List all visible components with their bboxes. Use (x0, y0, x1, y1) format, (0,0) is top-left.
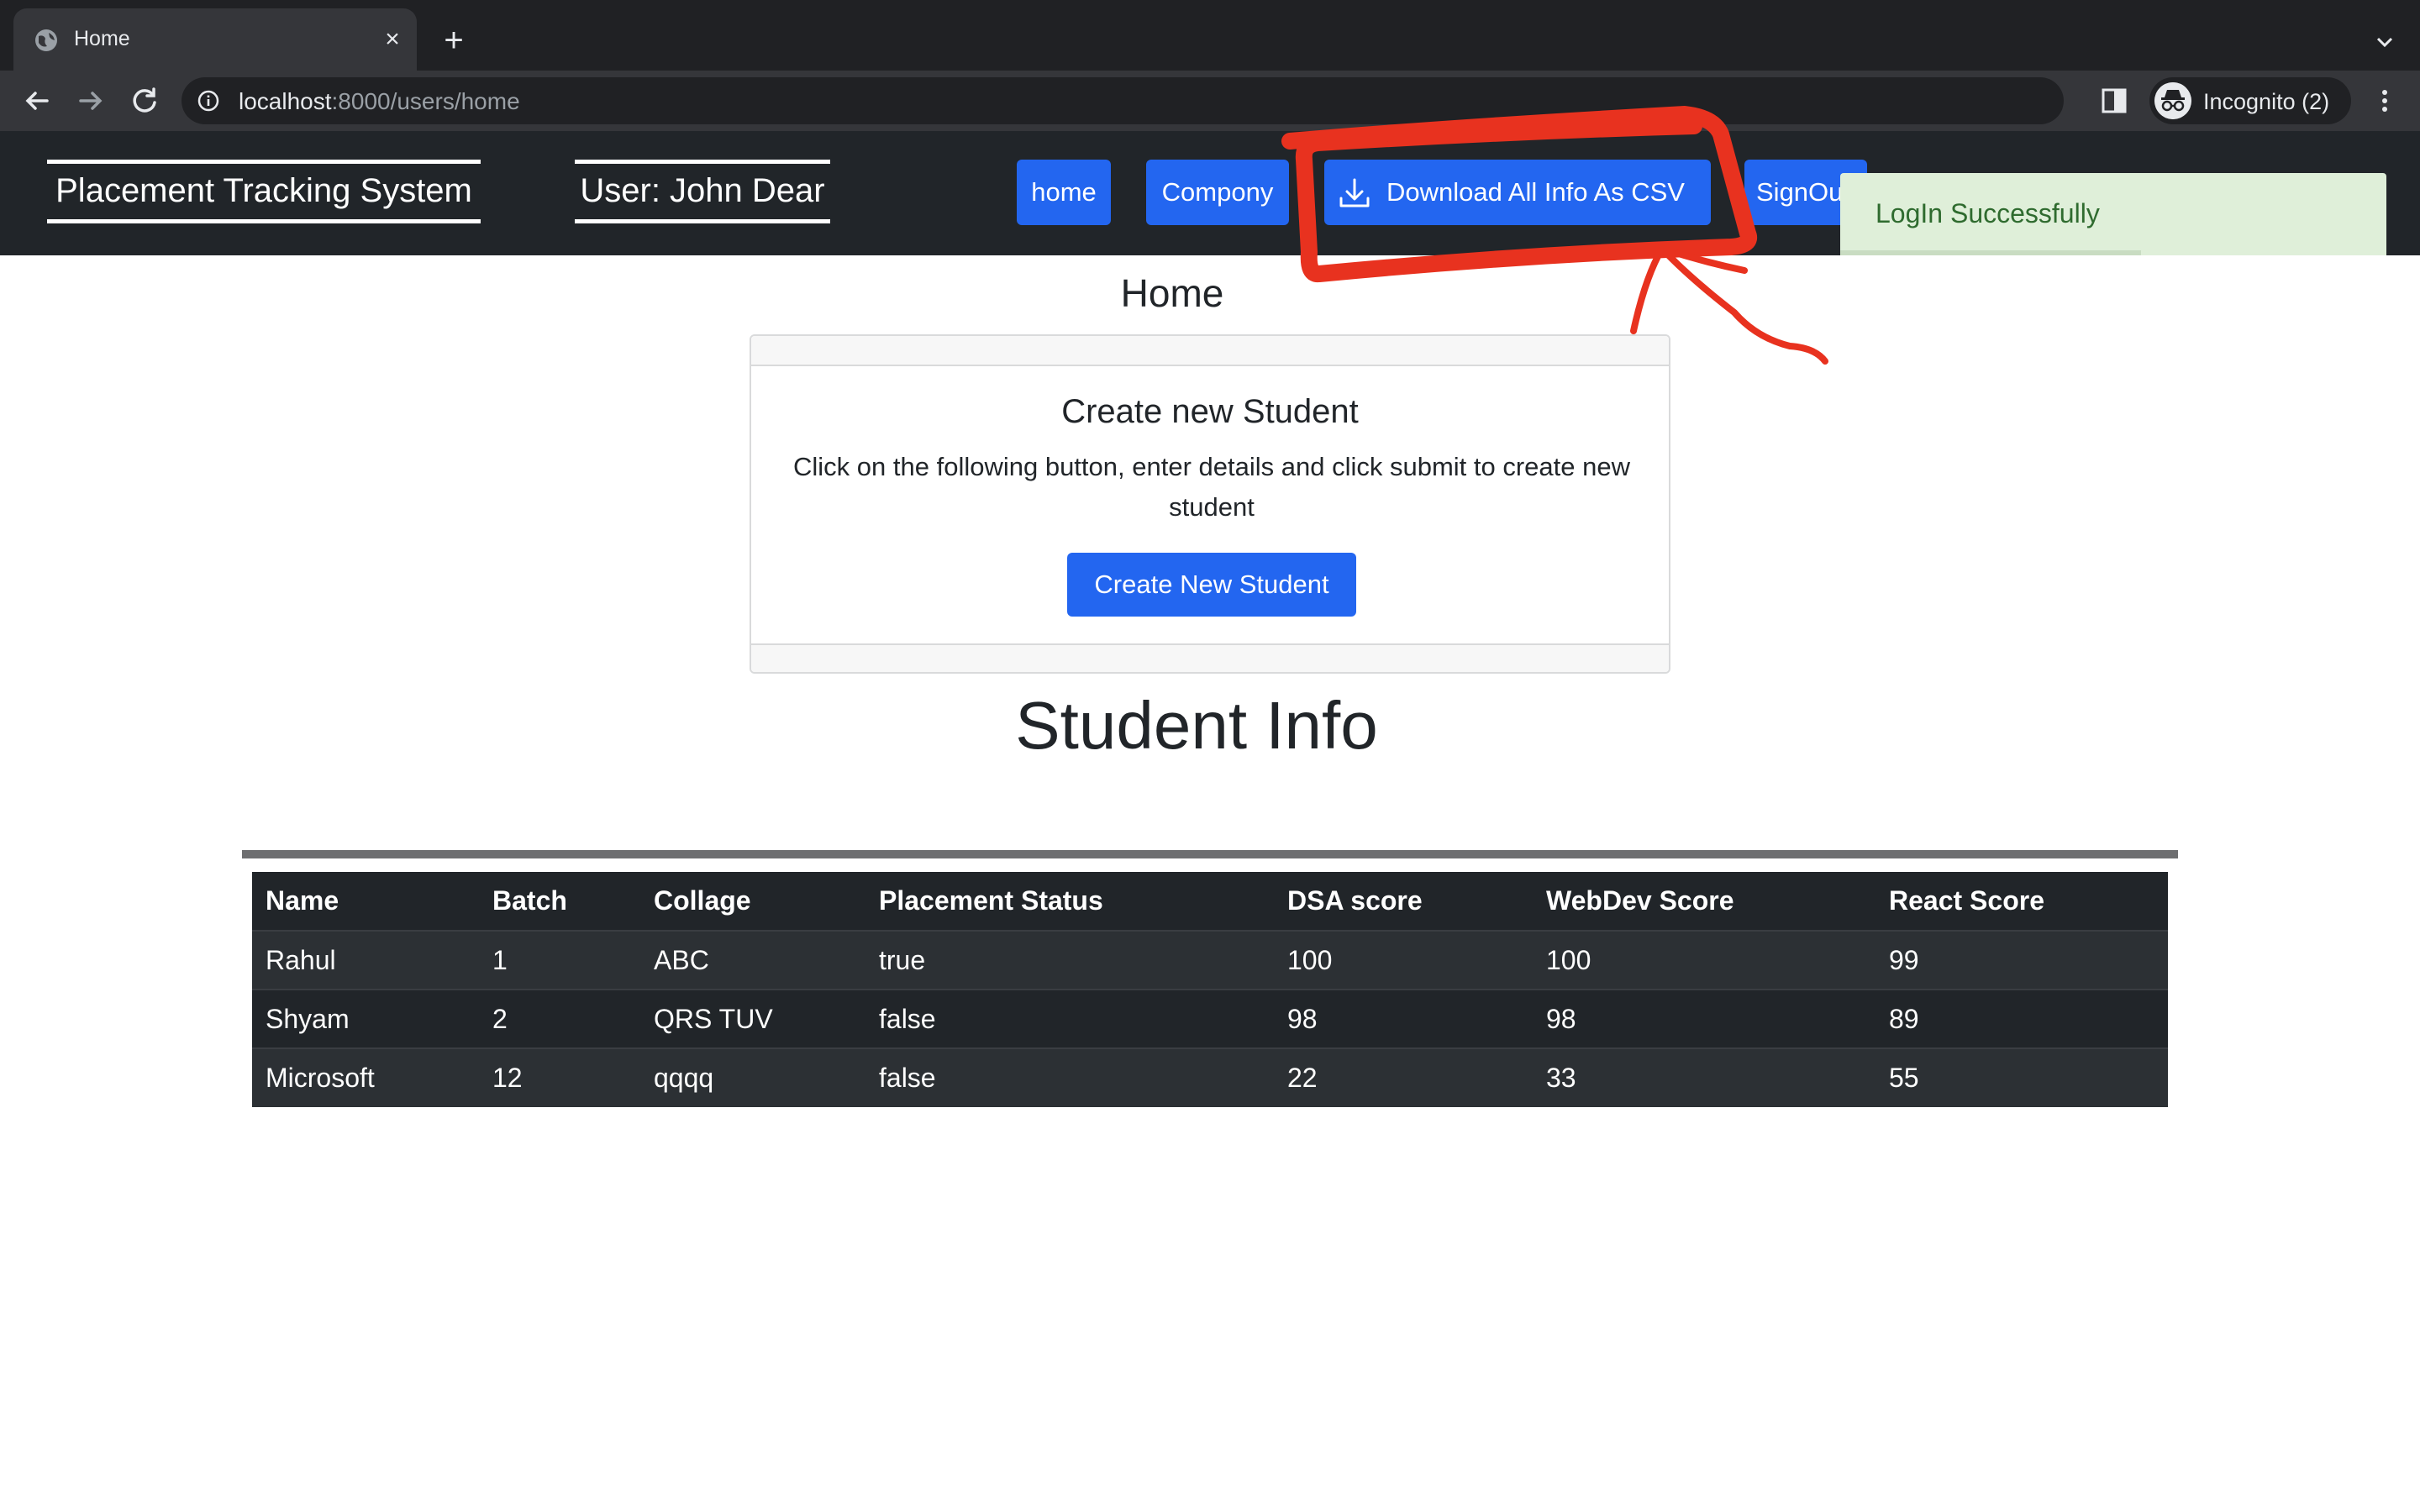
download-csv-button[interactable]: Download All Info As CSV (1324, 160, 1711, 225)
cell-webdev-score: 33 (1533, 1048, 1876, 1107)
cell-batch: 1 (479, 931, 640, 990)
create-new-student-button[interactable]: Create New Student (1067, 553, 1356, 617)
toast-progress-bar (1840, 250, 2141, 255)
cell-name: Microsoft (252, 1048, 479, 1107)
column-header-webdev-score: WebDev Score (1533, 872, 1876, 932)
cell-dsa-score: 22 (1274, 1048, 1533, 1107)
browser-tab[interactable]: Home × (13, 8, 417, 71)
cell-name: Rahul (252, 931, 479, 990)
chevron-down-icon[interactable] (2368, 25, 2402, 59)
table-header-row: Name Batch Collage Placement Status DSA … (252, 872, 2168, 932)
cell-collage: qqqq (640, 1048, 865, 1107)
url-path: :8000/users/home (331, 88, 520, 114)
forward-arrow-icon[interactable] (72, 82, 109, 119)
address-bar[interactable]: localhost:8000/users/home (182, 77, 2228, 124)
table-row: Microsoft 12 qqqq false 22 33 55 (252, 1048, 2168, 1107)
cell-placement-status: true (865, 931, 1274, 990)
download-csv-label: Download All Info As CSV (1386, 177, 1685, 207)
column-header-batch: Batch (479, 872, 640, 932)
globe-icon (35, 29, 57, 51)
login-success-toast[interactable]: LogIn Successfully (1840, 173, 2386, 255)
column-header-react-score: React Score (1876, 872, 2168, 932)
cell-batch: 2 (479, 990, 640, 1049)
cell-placement-status: false (865, 1048, 1274, 1107)
browser-toolbar: localhost:8000/users/home Incognito (2) (0, 71, 2420, 131)
cell-placement-status: false (865, 990, 1274, 1049)
cell-dsa-score: 98 (1274, 990, 1533, 1049)
side-panel-icon[interactable] (2101, 87, 2128, 114)
incognito-profile-button[interactable]: Incognito (2) (2149, 77, 2351, 124)
close-tab-icon[interactable]: × (378, 25, 407, 54)
incognito-icon (2154, 82, 2191, 119)
cell-name: Shyam (252, 990, 479, 1049)
cell-react-score: 99 (1876, 931, 2168, 990)
card-footer (751, 643, 1669, 672)
page-title: Home (1120, 271, 1224, 315)
create-student-card: Create new Student Click on the followin… (750, 334, 1670, 674)
reload-icon[interactable] (126, 82, 163, 119)
cell-react-score: 89 (1876, 990, 2168, 1049)
card-title: Create new Student (1061, 393, 1359, 430)
column-header-dsa-score: DSA score (1274, 872, 1533, 932)
student-table: Name Batch Collage Placement Status DSA … (252, 872, 2168, 1107)
app-brand-title[interactable]: Placement Tracking System (47, 160, 481, 223)
cell-react-score: 55 (1876, 1048, 2168, 1107)
cell-webdev-score: 100 (1533, 931, 1876, 990)
column-header-name: Name (252, 872, 479, 932)
download-icon (1339, 178, 1370, 207)
toast-message: LogIn Successfully (1876, 198, 2100, 228)
tab-title: Home (74, 27, 130, 50)
url-text: localhost:8000/users/home (239, 88, 520, 115)
table-row: Shyam 2 QRS TUV false 98 98 89 (252, 990, 2168, 1049)
table-row: Rahul 1 ABC true 100 100 99 (252, 931, 2168, 990)
nav-company-button[interactable]: Compony (1146, 160, 1289, 225)
incognito-label: Incognito (2) (2203, 89, 2330, 114)
cell-webdev-score: 98 (1533, 990, 1876, 1049)
url-host: localhost (239, 88, 332, 114)
card-description: Click on the following button, enter det… (793, 452, 1630, 522)
nav-home-button[interactable]: home (1017, 160, 1111, 225)
current-user-label: User: John Dear (575, 160, 830, 223)
column-header-placement-status: Placement Status (865, 872, 1274, 932)
browser-tab-strip: Home × + (0, 0, 2420, 71)
more-menu-icon[interactable] (2370, 86, 2400, 116)
table-divider (242, 850, 2178, 858)
new-tab-icon[interactable]: + (437, 24, 471, 57)
cell-collage: QRS TUV (640, 990, 865, 1049)
student-info-heading: Student Info (1015, 688, 1378, 763)
card-header (751, 336, 1669, 366)
cell-collage: ABC (640, 931, 865, 990)
cell-batch: 12 (479, 1048, 640, 1107)
back-arrow-icon[interactable] (18, 82, 55, 119)
site-info-icon[interactable] (197, 89, 220, 113)
cell-dsa-score: 100 (1274, 931, 1533, 990)
column-header-collage: Collage (640, 872, 865, 932)
